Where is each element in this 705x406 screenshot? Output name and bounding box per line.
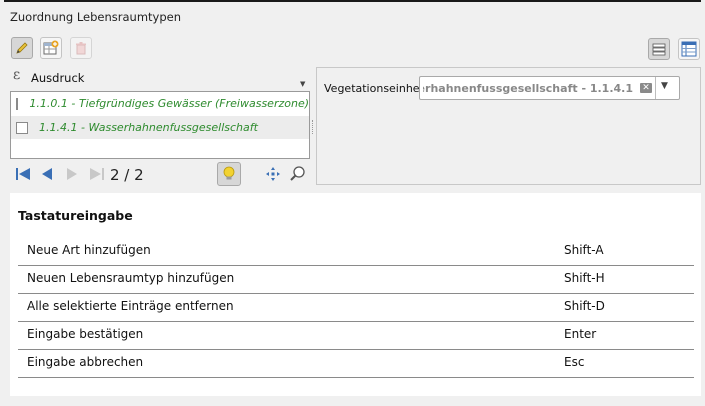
shortcut-key: Shift-D xyxy=(564,299,605,313)
list-item-label: 1.1.0.1 - Tiefgründiges Gewässer (Freiwa… xyxy=(29,97,309,110)
delete-icon xyxy=(76,42,86,55)
table-view-icon xyxy=(681,41,697,57)
form-view-icon xyxy=(652,43,666,56)
group-title: Zuordnung Lebensraumtypen xyxy=(10,10,182,24)
clear-icon[interactable]: ✕ xyxy=(640,83,652,93)
shortcut-action: Neue Art hinzufügen xyxy=(27,243,151,257)
delete-feature-button[interactable] xyxy=(70,37,92,59)
list-item[interactable]: 1.1.0.1 - Tiefgründiges Gewässer (Freiwa… xyxy=(11,92,309,115)
chevron-down-icon[interactable]: ▼ xyxy=(661,81,668,91)
shortcut-row: Eingabe bestätigen Enter xyxy=(18,321,694,350)
vegetation-combobox[interactable]: 1.1.4.1 - Wasserhahnenfussgesellschaft ✕… xyxy=(419,76,680,100)
table-view-button[interactable] xyxy=(678,38,700,60)
lightbulb-icon xyxy=(223,166,235,180)
vegetation-value: 1.1.4.1 - Wasserhahnenfussgesellschaft xyxy=(423,82,633,95)
shortcut-key: Shift-H xyxy=(564,271,605,285)
form-view-button[interactable] xyxy=(648,38,670,60)
shortcut-row: Eingabe abbrechen Esc xyxy=(18,349,694,378)
list-item-label: 1.1.4.1 - Wasserhahnenfussgesellschaft xyxy=(39,121,258,134)
shortcut-row: Neuen Lebensraumtyp hinzufügen Shift-H xyxy=(18,265,694,294)
list-item-checkbox[interactable] xyxy=(16,121,28,134)
shortcut-action: Eingabe abbrechen xyxy=(27,355,144,369)
shortcut-key: Shift-A xyxy=(564,243,604,257)
expression-icon: ε xyxy=(13,67,21,83)
splitter-handle[interactable] xyxy=(312,120,315,134)
help-title: Tastatureingabe xyxy=(18,208,133,223)
pencil-icon xyxy=(16,42,28,54)
shortcut-action: Neuen Lebensraumtyp hinzufügen xyxy=(27,271,235,285)
add-feature-button[interactable] xyxy=(40,37,62,59)
list-item[interactable]: 1.1.4.1 - Wasserhahnenfussgesellschaft xyxy=(11,116,309,139)
shortcut-key: Enter xyxy=(564,327,597,341)
shortcut-action: Alle selektierte Einträge entfernen xyxy=(27,299,234,313)
last-record-icon[interactable] xyxy=(89,167,105,181)
expression-dropdown-icon[interactable]: ▼ xyxy=(300,80,305,88)
page-counter: 2 / 2 xyxy=(110,166,144,184)
highlight-button[interactable] xyxy=(217,162,241,186)
shortcut-row: Neue Art hinzufügen Shift-A xyxy=(18,237,694,266)
expression-label[interactable]: Ausdruck xyxy=(31,71,84,85)
vegetation-label: Vegetationseinheit xyxy=(324,82,427,95)
keyboard-help-card: Tastatureingabe Neue Art hinzufügen Shif… xyxy=(10,193,701,396)
shortcut-action: Eingabe bestätigen xyxy=(27,327,144,341)
edit-toggle-button[interactable] xyxy=(11,37,33,59)
list-item-checkbox[interactable] xyxy=(16,97,19,110)
next-record-icon[interactable] xyxy=(66,167,78,181)
feature-list[interactable]: 1.1.0.1 - Tiefgründiges Gewässer (Freiwa… xyxy=(10,91,310,159)
zoom-to-feature-icon[interactable] xyxy=(289,165,307,183)
previous-record-icon[interactable] xyxy=(41,167,53,181)
first-record-icon[interactable] xyxy=(15,167,31,181)
shortcut-row: Alle selektierte Einträge entfernen Shif… xyxy=(18,293,694,322)
group-box-border xyxy=(4,0,701,2)
pan-to-feature-icon[interactable] xyxy=(265,166,281,182)
add-table-icon xyxy=(43,40,59,55)
combobox-separator xyxy=(655,77,656,99)
shortcut-key: Esc xyxy=(564,355,585,369)
